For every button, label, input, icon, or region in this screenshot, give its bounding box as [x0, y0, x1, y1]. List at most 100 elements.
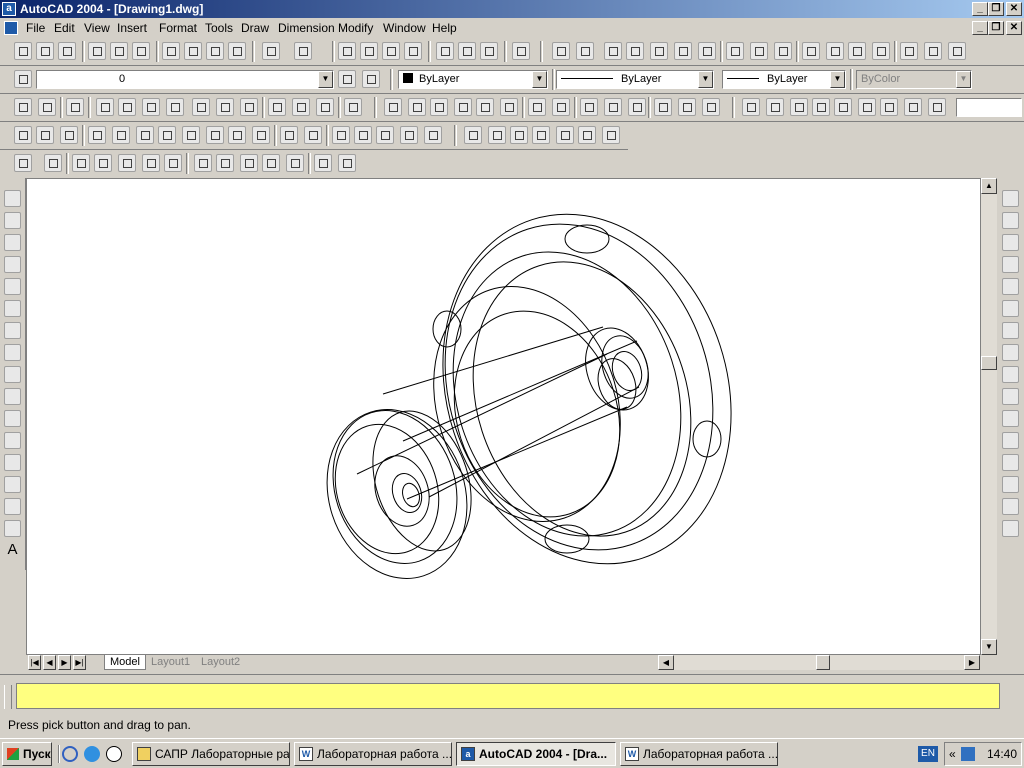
- rotate-icon[interactable]: [1002, 322, 1019, 339]
- language-indicator[interactable]: EN: [918, 746, 938, 762]
- task-word-1[interactable]: W Лабораторная работа ...: [294, 742, 452, 766]
- cone-solid-icon[interactable]: [454, 98, 472, 116]
- 3d-wireframe-icon[interactable]: [488, 126, 506, 144]
- new-icon[interactable]: [14, 42, 32, 60]
- chamfer-icon[interactable]: [1002, 476, 1019, 493]
- imprint-icon[interactable]: [332, 126, 350, 144]
- prev-tab-icon[interactable]: ◀: [43, 655, 56, 670]
- copy-object-icon[interactable]: [1002, 212, 1019, 229]
- menu-window[interactable]: Window: [383, 21, 426, 35]
- construction-line-icon[interactable]: [4, 212, 21, 229]
- command-grip[interactable]: [4, 685, 12, 709]
- tab-layout2[interactable]: Layout2: [196, 655, 245, 670]
- start-button[interactable]: Пуск: [2, 742, 52, 766]
- multiline-text-icon[interactable]: A: [4, 542, 21, 559]
- ucs-manager-icon[interactable]: [344, 98, 362, 116]
- scenes-icon[interactable]: [72, 154, 90, 172]
- extrude-faces-icon[interactable]: [88, 126, 106, 144]
- box-solid-icon[interactable]: [384, 98, 402, 116]
- sphere-solid-icon[interactable]: [408, 98, 426, 116]
- array-icon[interactable]: [1002, 278, 1019, 295]
- copy-icon[interactable]: [184, 42, 202, 60]
- separate-icon[interactable]: [376, 126, 394, 144]
- edit-landscape-icon[interactable]: [262, 154, 280, 172]
- hide-icon[interactable]: [14, 154, 32, 172]
- new-landscape-icon[interactable]: [240, 154, 258, 172]
- intersect-icon[interactable]: [60, 126, 78, 144]
- trim-icon[interactable]: [1002, 388, 1019, 405]
- open-icon[interactable]: [36, 42, 54, 60]
- menu-tools[interactable]: Tools: [205, 21, 233, 35]
- 3d-swivel-icon[interactable]: [834, 98, 852, 116]
- gouraud-shaded-icon[interactable]: [556, 126, 574, 144]
- ucs-face-icon[interactable]: [96, 98, 114, 116]
- osnap-apparent-icon[interactable]: [674, 42, 692, 60]
- spline-icon[interactable]: [4, 366, 21, 383]
- menu-view[interactable]: View: [84, 21, 110, 35]
- osnap-insert-icon[interactable]: [848, 42, 866, 60]
- next-tab-icon[interactable]: ▶: [58, 655, 71, 670]
- save-icon[interactable]: [58, 42, 76, 60]
- break-at-point-icon[interactable]: [1002, 432, 1019, 449]
- materials-icon[interactable]: [118, 154, 136, 172]
- ucs-z-icon[interactable]: [292, 98, 310, 116]
- scroll-down-icon[interactable]: ▼: [981, 639, 997, 655]
- layer-dropdown[interactable]: 0 ▼: [36, 70, 334, 89]
- cut-icon[interactable]: [162, 42, 180, 60]
- 3d-orbit-icon[interactable]: [790, 98, 808, 116]
- cylinder-solid-icon[interactable]: [430, 98, 448, 116]
- materials-library-icon[interactable]: [142, 154, 160, 172]
- menu-edit[interactable]: Edit: [54, 21, 75, 35]
- delete-faces-icon[interactable]: [158, 126, 176, 144]
- explode-icon[interactable]: [1002, 520, 1019, 537]
- osnap-none-icon[interactable]: [924, 42, 942, 60]
- ucs-x-icon[interactable]: [240, 98, 258, 116]
- stretch-icon[interactable]: [1002, 366, 1019, 383]
- copy-edges-icon[interactable]: [280, 126, 298, 144]
- ucs-apply-icon[interactable]: [316, 98, 334, 116]
- menu-help[interactable]: Help: [432, 21, 457, 35]
- redo-icon[interactable]: [294, 42, 312, 60]
- osnap-midpoint-icon[interactable]: [626, 42, 644, 60]
- osnap-settings-icon[interactable]: [948, 42, 966, 60]
- offset-icon[interactable]: [1002, 256, 1019, 273]
- setup-profile-icon[interactable]: [702, 98, 720, 116]
- chevron-down-icon[interactable]: ▼: [698, 71, 713, 88]
- menu-dimension[interactable]: Dimension: [278, 21, 335, 35]
- render-preferences-icon[interactable]: [314, 154, 332, 172]
- color-edges-icon[interactable]: [304, 126, 322, 144]
- region-icon[interactable]: [4, 520, 21, 537]
- view-name-field[interactable]: [956, 98, 1022, 117]
- move-icon[interactable]: [1002, 300, 1019, 317]
- scale-icon[interactable]: [1002, 344, 1019, 361]
- ucs-previous-icon[interactable]: [66, 98, 84, 116]
- design-center-icon[interactable]: [458, 42, 476, 60]
- doc-restore-button[interactable]: ❐: [988, 21, 1004, 35]
- task-autocad[interactable]: a AutoCAD 2004 - [Dra...: [456, 742, 616, 766]
- publish-icon[interactable]: [132, 42, 150, 60]
- wedge-solid-icon[interactable]: [476, 98, 494, 116]
- chevron-down-icon[interactable]: ▼: [956, 71, 971, 88]
- mapping-icon[interactable]: [164, 154, 182, 172]
- plot-preview-icon[interactable]: [110, 42, 128, 60]
- osnap-endpoint-icon[interactable]: [604, 42, 622, 60]
- autocad-icon[interactable]: a: [2, 2, 16, 16]
- menu-format[interactable]: Format: [159, 21, 197, 35]
- clock[interactable]: 14:40: [987, 747, 1017, 761]
- rectangle-icon[interactable]: [4, 278, 21, 295]
- ucs-icon[interactable]: [14, 98, 32, 116]
- circle-icon[interactable]: [4, 322, 21, 339]
- osnap-tangent-icon[interactable]: [774, 42, 792, 60]
- offset-faces-icon[interactable]: [136, 126, 154, 144]
- setup-view-icon[interactable]: [678, 98, 696, 116]
- check-icon[interactable]: [424, 126, 442, 144]
- document-icon[interactable]: [4, 21, 18, 35]
- first-tab-icon[interactable]: |◀: [28, 655, 41, 670]
- distance-icon[interactable]: [552, 42, 570, 60]
- panda-icon[interactable]: [106, 746, 122, 762]
- hidden-icon[interactable]: [510, 126, 528, 144]
- make-block-icon[interactable]: [4, 454, 21, 471]
- ucs-object-icon[interactable]: [118, 98, 136, 116]
- hatch-icon[interactable]: [4, 498, 21, 515]
- flat-shaded-edges-icon[interactable]: [578, 126, 596, 144]
